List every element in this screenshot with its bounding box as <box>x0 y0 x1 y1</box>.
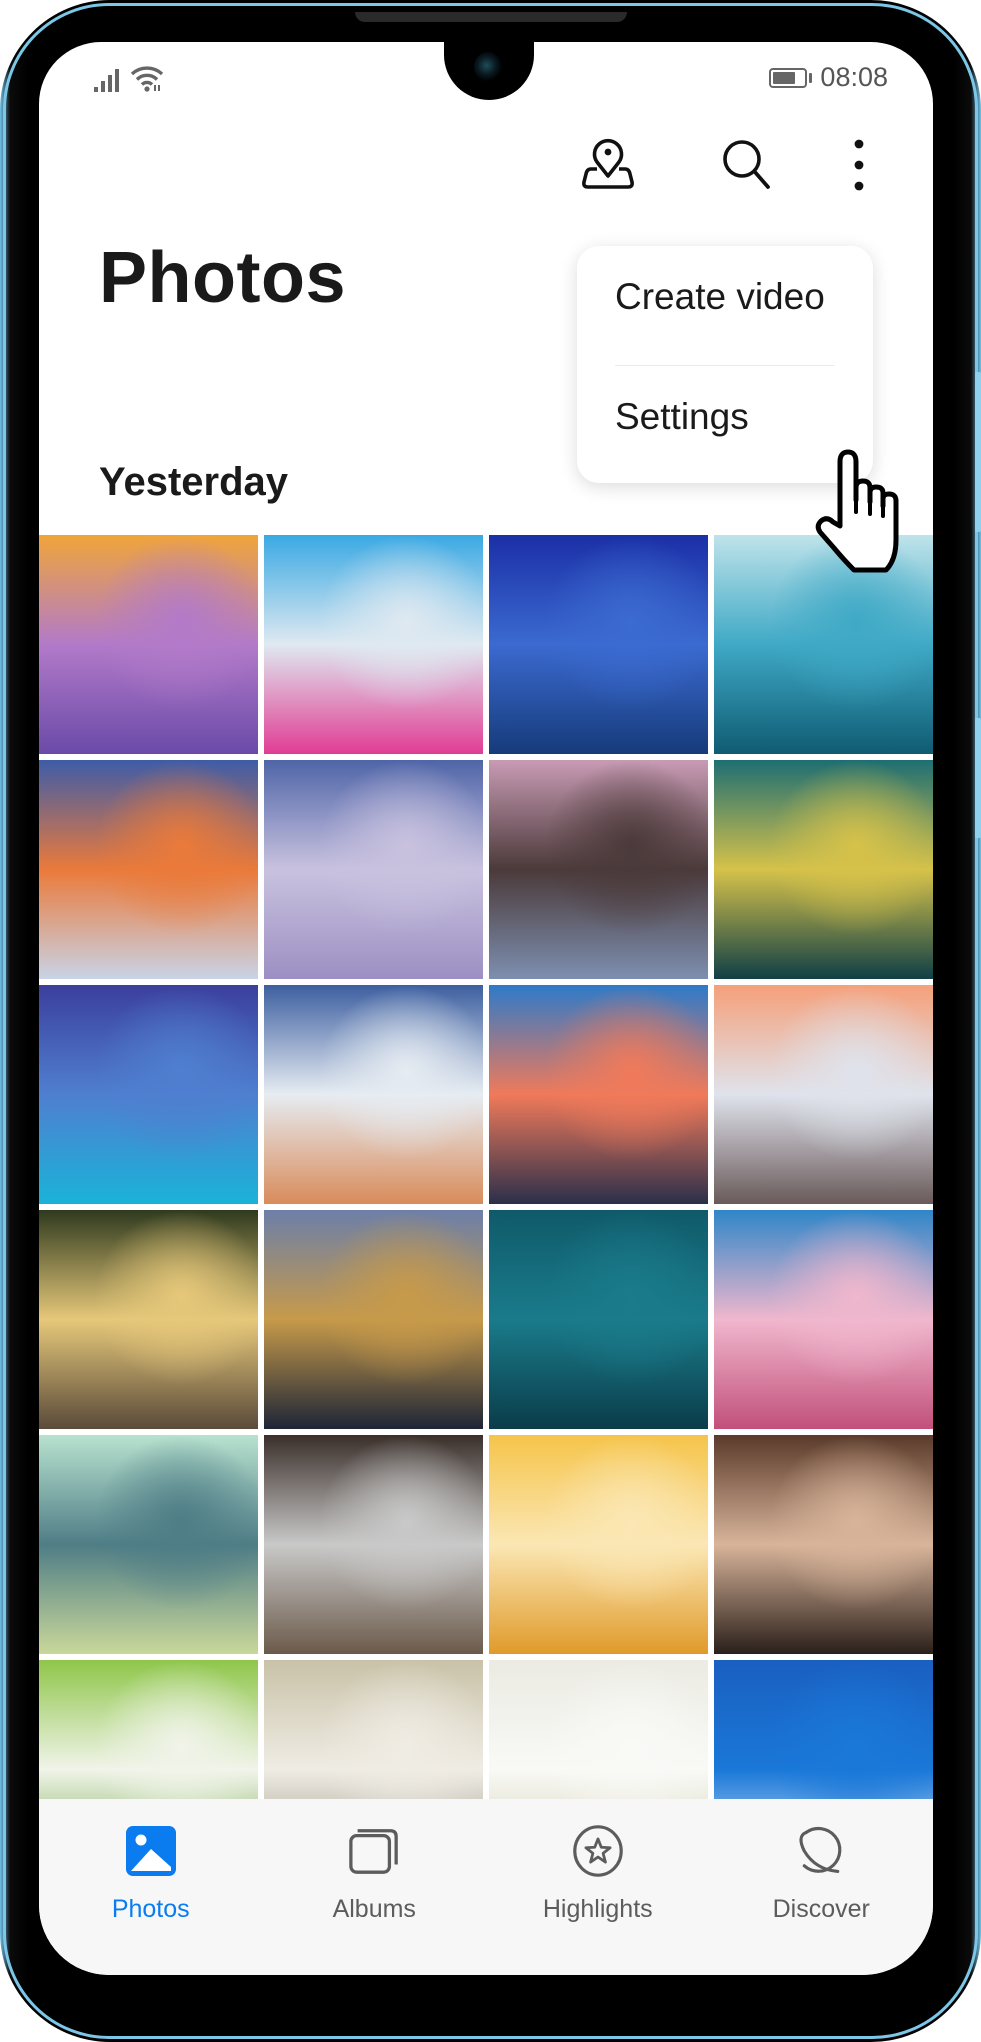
phone-frame: 08:08 Photos Yesterday Create video Sett… <box>0 0 981 2042</box>
photo-thumbnail-snowy-field-trees[interactable] <box>264 760 483 979</box>
menu-divider <box>615 365 835 366</box>
photos-icon <box>125 1825 177 1877</box>
menu-item-create-video[interactable]: Create video <box>615 276 825 318</box>
photo-thumbnail-lavender-field-sunset[interactable] <box>39 535 258 754</box>
more-options-button[interactable] <box>829 137 889 197</box>
photo-thumbnail-tropical-lagoon-dusk[interactable] <box>39 985 258 1204</box>
bottom-navigation: Photos Albums Highlights Discover <box>39 1799 933 1975</box>
highlights-star-icon <box>572 1825 624 1877</box>
nav-tab-albums[interactable]: Albums <box>263 1799 487 1975</box>
screen: 08:08 Photos Yesterday Create video Sett… <box>39 42 933 1975</box>
wifi-icon <box>130 64 164 97</box>
photo-thumbnail-pier-boathouse[interactable] <box>714 985 933 1204</box>
photo-thumbnail-boat-aerial-sea[interactable] <box>489 1210 708 1429</box>
discover-planet-icon <box>795 1825 847 1877</box>
photo-thumbnail-color-powder-explosion[interactable] <box>39 760 258 979</box>
nav-tab-discover[interactable]: Discover <box>710 1799 934 1975</box>
battery-cap <box>809 72 813 83</box>
battery-icon <box>769 67 808 88</box>
photo-grid <box>39 535 933 1879</box>
photo-thumbnail-tudor-house-lantern[interactable] <box>39 1210 258 1429</box>
search-button[interactable] <box>717 137 777 197</box>
nav-tab-photos[interactable]: Photos <box>39 1799 263 1975</box>
cellular-signal-icon <box>94 68 120 97</box>
search-icon <box>718 136 776 199</box>
page-title: Photos <box>99 238 346 318</box>
volume-button <box>975 372 981 532</box>
photo-thumbnail-glass-bottle-branch[interactable] <box>39 1435 258 1654</box>
more-options-icon <box>852 138 866 197</box>
photo-thumbnail-mountain-lake-reflection[interactable] <box>264 985 483 1204</box>
photo-thumbnail-night-sky-coast[interactable] <box>489 535 708 754</box>
nav-tab-highlights[interactable]: Highlights <box>486 1799 710 1975</box>
earpiece-speaker <box>355 12 627 22</box>
nav-label-photos: Photos <box>111 1895 190 1923</box>
menu-item-settings[interactable]: Settings <box>615 396 749 438</box>
photo-thumbnail-abstract-paint[interactable] <box>264 535 483 754</box>
status-time: 08:08 <box>820 62 888 92</box>
map-location-icon <box>579 136 637 199</box>
photo-thumbnail-silver-teapots[interactable] <box>264 1435 483 1654</box>
photo-thumbnail-city-skyline-dusk[interactable] <box>264 1210 483 1429</box>
photo-thumbnail-waterfall-cliffs[interactable] <box>489 760 708 979</box>
hand-pointer-icon <box>814 448 904 578</box>
photo-thumbnail-violin-scroll[interactable] <box>714 1435 933 1654</box>
photo-thumbnail-magnolia-blossoms[interactable] <box>714 1210 933 1429</box>
nav-label-albums: Albums <box>332 1895 416 1923</box>
albums-icon <box>348 1825 400 1877</box>
map-location-button[interactable] <box>578 137 638 197</box>
photo-thumbnail-ocean-wave-tunnel[interactable] <box>714 760 933 979</box>
power-button <box>975 718 981 838</box>
status-bar: 08:08 <box>39 60 933 100</box>
nav-label-discover: Discover <box>772 1895 870 1923</box>
section-header-yesterday: Yesterday <box>99 460 289 504</box>
nav-label-highlights: Highlights <box>542 1895 653 1923</box>
battery-level <box>773 71 795 84</box>
photo-thumbnail-sunset-mountains[interactable] <box>489 985 708 1204</box>
photo-thumbnail-dandelion-macro[interactable] <box>489 1435 708 1654</box>
